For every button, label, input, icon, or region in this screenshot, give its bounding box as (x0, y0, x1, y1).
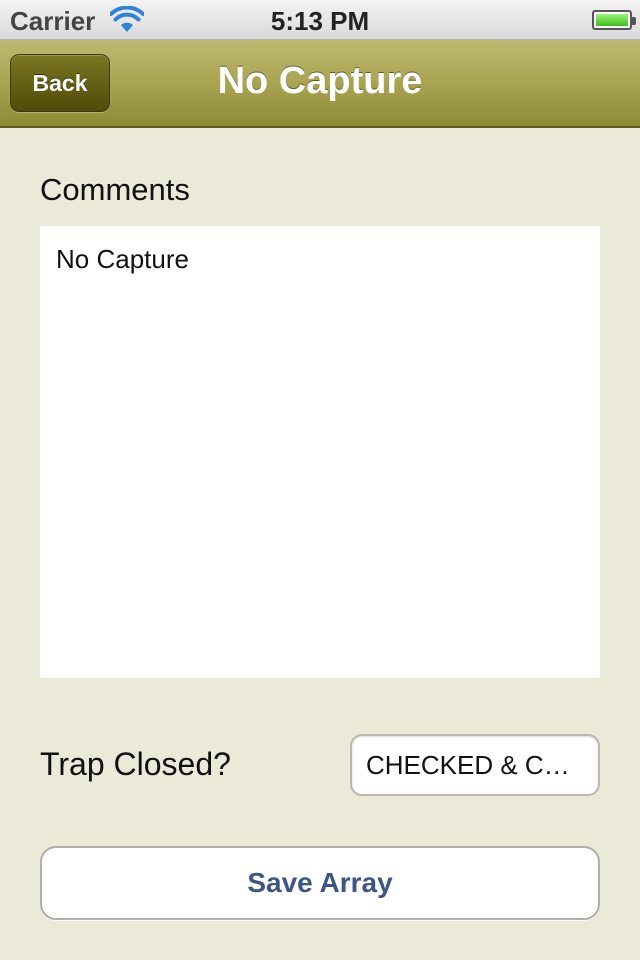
trap-closed-value: CHECKED & C… (366, 749, 570, 780)
comments-textarea[interactable]: No Capture (40, 226, 600, 678)
trap-closed-field[interactable]: CHECKED & C… (350, 734, 600, 796)
comments-label: Comments (40, 172, 190, 207)
battery-level-fill (596, 14, 628, 26)
navigation-bar: Back No Capture (0, 40, 640, 128)
status-time: 5:13 PM (270, 6, 370, 36)
battery-icon (592, 10, 636, 30)
save-array-button[interactable]: Save Array (40, 846, 600, 920)
status-bar: Carrier 5:13 PM (0, 0, 640, 40)
trap-closed-label: Trap Closed? (40, 746, 231, 782)
page-title: No Capture (217, 60, 423, 102)
